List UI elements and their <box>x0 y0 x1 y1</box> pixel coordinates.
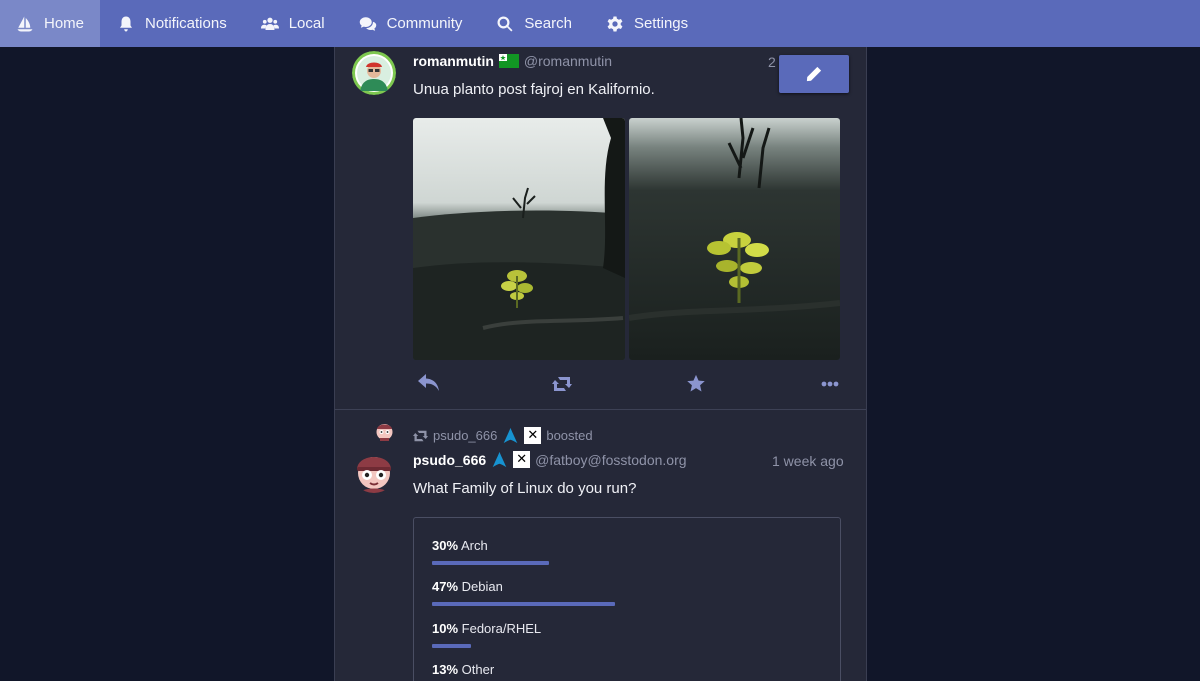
status-time[interactable]: 1 week ago <box>772 453 844 469</box>
boost-button[interactable] <box>552 376 572 392</box>
more-button[interactable] <box>821 381 839 387</box>
nav-notifications[interactable]: Notifications <box>100 0 244 47</box>
status-card[interactable]: romanmutin @romanmutin 2 Unua planto pos… <box>335 47 866 410</box>
comments-icon <box>359 16 376 31</box>
favourite-icon <box>687 374 705 392</box>
account-handle[interactable]: @fatboy@fosstodon.org <box>535 452 686 468</box>
status-time[interactable]: 2 <box>768 54 776 70</box>
booster-name[interactable]: psudo_666 <box>433 428 497 443</box>
x-icon: ✕ <box>524 427 542 444</box>
nav-notifications-label: Notifications <box>145 15 227 32</box>
poll-bar <box>432 561 549 565</box>
status-header: psudo_666 ✕ @fatboy@fosstodon.org <box>413 451 687 468</box>
boosted-by-line: psudo_666 ✕ boosted <box>413 427 593 444</box>
nav-community[interactable]: Community <box>342 0 480 47</box>
poll-option-label: Debian <box>461 579 503 594</box>
arch-linux-icon <box>492 451 507 468</box>
top-navigation: Home Notifications Local Community Searc… <box>0 0 1200 47</box>
reply-icon <box>418 374 439 391</box>
reply-button[interactable] <box>417 373 441 395</box>
compose-button[interactable] <box>779 55 849 93</box>
poll-percent: 30% <box>432 538 459 553</box>
poll-option-label: Arch <box>460 538 488 553</box>
poll: 30% Arch 47% Debian 10% Fedora/RHEL 13% … <box>413 517 841 681</box>
nav-local[interactable]: Local <box>244 0 342 47</box>
poll-percent: 13% <box>432 662 459 677</box>
nav-community-label: Community <box>386 15 463 32</box>
burnt-forest-seedling-photo-2[interactable] <box>629 118 840 360</box>
status-content: What Family of Linux do you run? <box>413 480 637 497</box>
esperanto-flag-icon <box>498 54 519 68</box>
poll-option-label: Fedora/RHEL <box>461 621 542 636</box>
poll-option: 47% Debian <box>432 579 615 606</box>
boosted-label: boosted <box>546 428 593 443</box>
boost-icon <box>413 430 428 441</box>
poll-bar <box>432 602 615 606</box>
favourite-button[interactable] <box>686 374 706 394</box>
avatar[interactable] <box>352 449 396 493</box>
search-icon <box>497 16 513 31</box>
poll-percent: 10% <box>432 621 459 636</box>
arch-linux-icon <box>504 427 518 444</box>
nav-home[interactable]: Home <box>0 0 100 47</box>
nav-settings[interactable]: Settings <box>589 0 705 47</box>
x-icon: ✕ <box>513 451 531 468</box>
boost-icon <box>552 377 572 391</box>
nav-search[interactable]: Search <box>479 0 589 47</box>
nav-home-label: Home <box>43 15 84 32</box>
status-header: romanmutin @romanmutin <box>413 53 612 69</box>
display-name[interactable]: romanmutin <box>413 53 494 69</box>
nav-local-label: Local <box>288 15 325 32</box>
avatar[interactable] <box>352 51 396 95</box>
status-card[interactable]: psudo_666 ✕ boosted psudo_666 ✕ @fatboy@… <box>335 411 866 681</box>
status-actions <box>335 373 866 397</box>
account-handle[interactable]: @romanmutin <box>524 53 612 69</box>
users-icon <box>260 17 279 30</box>
poll-percent: 47% <box>432 579 459 594</box>
poll-option: 13% Other <box>432 662 494 681</box>
nav-settings-label: Settings <box>633 15 689 32</box>
booster-avatar[interactable] <box>375 421 394 441</box>
gear-icon <box>607 16 623 31</box>
bell-icon <box>120 16 132 31</box>
display-name[interactable]: psudo_666 <box>413 452 486 468</box>
burnt-forest-seedling-photo-1[interactable] <box>413 118 625 360</box>
timeline-column: romanmutin @romanmutin 2 Unua planto pos… <box>334 47 867 681</box>
poll-option: 10% Fedora/RHEL <box>432 621 541 648</box>
sailboat-icon <box>17 16 33 31</box>
status-content: Unua planto post fajroj en Kalifornio. <box>413 81 655 98</box>
poll-option: 30% Arch <box>432 538 549 565</box>
nav-search-label: Search <box>524 15 572 32</box>
more-icon <box>821 381 839 387</box>
pencil-icon <box>806 66 822 82</box>
poll-bar <box>432 644 471 648</box>
poll-option-label: Other <box>461 662 495 677</box>
